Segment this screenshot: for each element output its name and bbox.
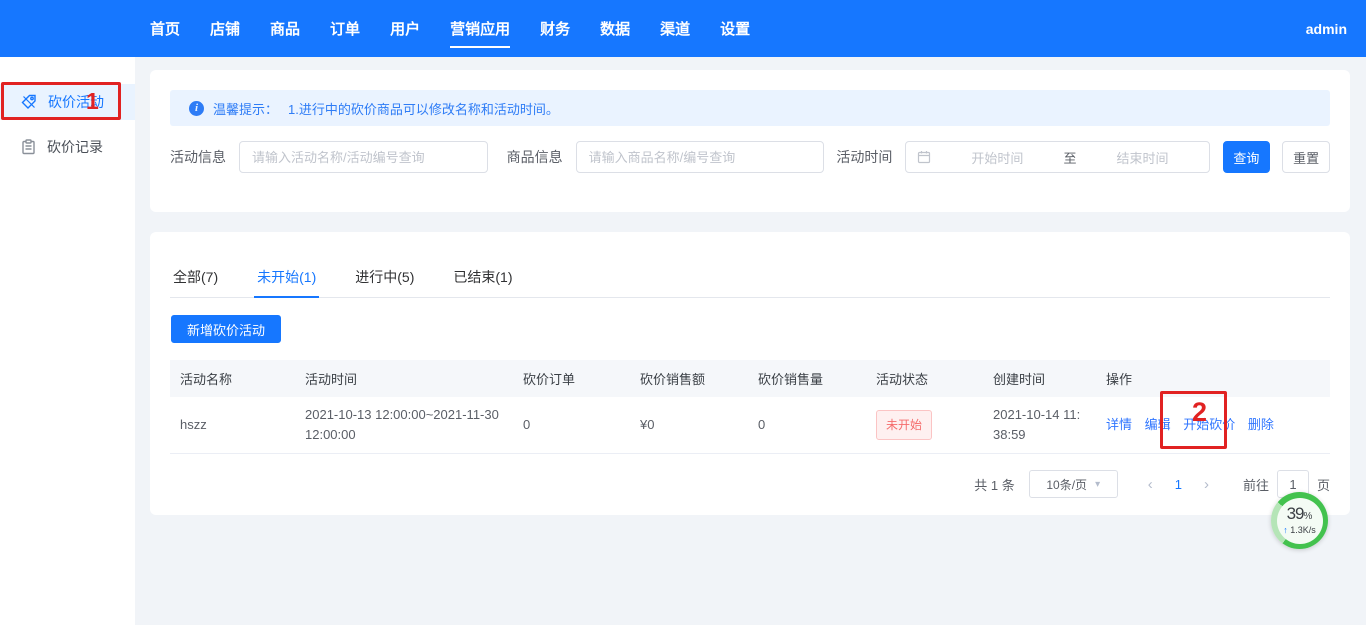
table-row: hszz 2021-10-13 12:00:00~2021-11-30 12:0… (170, 397, 1330, 454)
user-menu[interactable]: admin (1306, 0, 1347, 57)
search-button[interactable]: 查询 (1223, 141, 1271, 173)
tip-prefix: 温馨提示： (213, 99, 278, 118)
up-arrow-icon: ↑ (1283, 525, 1288, 535)
prev-page-button[interactable]: ‹ (1136, 476, 1165, 493)
nav-item-marketing[interactable]: 营销应用 (435, 0, 525, 57)
upload-speed: ↑ 1.3K/s (1283, 525, 1316, 535)
reset-button[interactable]: 重置 (1282, 141, 1330, 173)
memory-percent: 39% (1287, 506, 1313, 524)
calendar-icon (917, 150, 931, 164)
cell-created-time: 2021-10-14 11:38:59 (983, 397, 1096, 454)
nav-item-goods[interactable]: 商品 (255, 0, 315, 57)
info-icon: i (189, 101, 204, 116)
tip-text: 1.进行中的砍价商品可以修改名称和活动时间。 (288, 99, 559, 118)
delete-link[interactable]: 删除 (1248, 417, 1274, 432)
nav-item-channel[interactable]: 渠道 (645, 0, 705, 57)
nav-item-shop[interactable]: 店铺 (195, 0, 255, 57)
tab-ended[interactable]: 已结束(1) (450, 256, 515, 297)
cell-sales-volume: 0 (748, 397, 866, 454)
date-range-separator: 至 (1063, 148, 1076, 167)
tip-bar: i 温馨提示： 1.进行中的砍价商品可以修改名称和活动时间。 (170, 90, 1330, 126)
edit-link[interactable]: 编辑 (1145, 417, 1171, 432)
sidebar-item-label: 砍价活动 (48, 92, 104, 112)
end-time-placeholder[interactable]: 结束时间 (1076, 148, 1208, 167)
col-activity-name: 活动名称 (170, 360, 295, 397)
cell-activity-time: 2021-10-13 12:00:00~2021-11-30 12:00:00 (295, 397, 513, 454)
status-badge: 未开始 (876, 410, 932, 440)
nav-item-orders[interactable]: 订单 (315, 0, 375, 57)
activity-info-label: 活动信息 (170, 147, 226, 167)
page-unit-label: 页 (1317, 475, 1330, 494)
add-bargain-activity-button[interactable]: 新增砍价活动 (171, 315, 281, 343)
page-size-select[interactable]: 10条/页 ▾ (1029, 470, 1118, 498)
cell-bargain-orders: 0 (513, 397, 630, 454)
table-header-row: 活动名称 活动时间 砍价订单 砍价销售额 砍价销售量 活动状态 创建时间 操作 (170, 360, 1330, 397)
status-tabs: 全部(7) 未开始(1) 进行中(5) 已结束(1) (170, 256, 1330, 298)
sidebar-item-bargain-records[interactable]: 砍价记录 (0, 129, 135, 165)
date-range-picker[interactable]: 开始时间 至 结束时间 (905, 141, 1209, 173)
activity-time-label: 活动时间 (836, 147, 892, 167)
col-activity-status: 活动状态 (866, 360, 983, 397)
cell-sales-amount: ¥0 (630, 397, 748, 454)
list-card: 全部(7) 未开始(1) 进行中(5) 已结束(1) 新增砍价活动 活动名称 活… (150, 232, 1350, 515)
nav-item-home[interactable]: 首页 (135, 0, 195, 57)
tab-in-progress[interactable]: 进行中(5) (352, 256, 417, 297)
start-time-placeholder[interactable]: 开始时间 (931, 148, 1063, 167)
tab-not-started[interactable]: 未开始(1) (254, 256, 319, 297)
col-actions: 操作 (1096, 360, 1330, 397)
cell-activity-name: hszz (170, 397, 295, 454)
cell-actions: 详情 编辑 开始砍价 删除 (1096, 397, 1330, 454)
price-tag-icon (21, 94, 37, 110)
start-bargain-link[interactable]: 开始砍价 (1183, 417, 1235, 432)
chevron-down-icon: ▾ (1095, 479, 1100, 490)
filter-row: 活动信息 商品信息 活动时间 开始时间 至 结束时间 查询 重置 (170, 141, 1330, 173)
page-size-value: 10条/页 (1046, 476, 1087, 493)
nav-item-settings[interactable]: 设置 (705, 0, 765, 57)
col-activity-time: 活动时间 (295, 360, 513, 397)
nav-item-finance[interactable]: 财务 (525, 0, 585, 57)
clipboard-icon (21, 139, 36, 155)
col-sales-amount: 砍价销售额 (630, 360, 748, 397)
total-count: 共 1 条 (974, 475, 1014, 494)
nav-item-data[interactable]: 数据 (585, 0, 645, 57)
col-bargain-orders: 砍价订单 (513, 360, 630, 397)
main-menu: 首页 店铺 商品 订单 用户 营销应用 财务 数据 渠道 设置 (135, 0, 765, 57)
network-speed-widget[interactable]: 39% ↑ 1.3K/s (1271, 492, 1328, 549)
col-created-time: 创建时间 (983, 360, 1096, 397)
goto-label: 前往 (1243, 475, 1269, 494)
detail-link[interactable]: 详情 (1106, 417, 1132, 432)
next-page-button[interactable]: › (1192, 476, 1221, 493)
tab-all[interactable]: 全部(7) (170, 256, 221, 297)
top-nav: 首页 店铺 商品 订单 用户 营销应用 财务 数据 渠道 设置 admin (0, 0, 1366, 57)
cell-activity-status: 未开始 (866, 397, 983, 454)
activity-search-input[interactable] (239, 141, 488, 173)
sidebar-item-label: 砍价记录 (47, 137, 103, 157)
current-page[interactable]: 1 (1165, 477, 1192, 492)
sidebar: 砍价活动 砍价记录 (0, 57, 135, 625)
product-search-input[interactable] (576, 141, 825, 173)
sidebar-item-bargain-activity[interactable]: 砍价活动 (0, 84, 135, 120)
activity-table: 活动名称 活动时间 砍价订单 砍价销售额 砍价销售量 活动状态 创建时间 操作 … (170, 360, 1330, 454)
speed-widget-face: 39% ↑ 1.3K/s (1277, 498, 1323, 544)
col-sales-volume: 砍价销售量 (748, 360, 866, 397)
nav-item-users[interactable]: 用户 (375, 0, 435, 57)
pagination: 共 1 条 10条/页 ▾ ‹ 1 › 前往 页 (974, 470, 1330, 498)
filter-card: i 温馨提示： 1.进行中的砍价商品可以修改名称和活动时间。 活动信息 商品信息… (150, 70, 1350, 212)
product-info-label: 商品信息 (507, 147, 563, 167)
